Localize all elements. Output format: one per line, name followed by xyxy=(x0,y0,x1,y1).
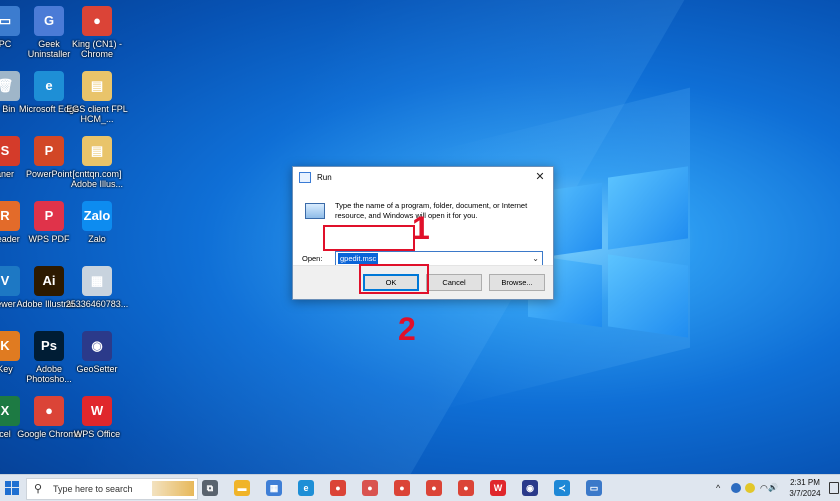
volume-icon[interactable]: 🔊 xyxy=(768,483,778,492)
search-icon: ⚲ xyxy=(34,483,43,495)
highlight-ok-button xyxy=(359,264,429,294)
step-2-label: 2 xyxy=(398,311,416,347)
desktop-icon-label: Zalo xyxy=(88,234,106,244)
desktop-icon[interactable]: ▦ 25336460783... xyxy=(64,266,130,309)
chrome-2-icon[interactable]: ● xyxy=(394,480,410,496)
desktop-icon-label: EGS client FPL HCM_... xyxy=(66,104,128,124)
desktop-icon[interactable]: ● King (CN1) - Chrome xyxy=(64,6,130,59)
desktop-icon-label: 25336460783... xyxy=(65,299,129,309)
taskbar-search[interactable]: ⚲ Type here to search xyxy=(26,478,198,500)
desktop-icon-label: WPS Office xyxy=(73,429,121,439)
desktop-icon[interactable]: ▤ [cnttqn.com] Adobe Illus... xyxy=(64,136,130,189)
run-title: Run xyxy=(317,172,332,182)
taskbar: ⚲ Type here to search ⧉ ▬ ▦ e ● ● ● ● ● W ◉ ≺ ▭ ^ ◠ … xyxy=(0,474,840,501)
close-icon[interactable]: ✕ xyxy=(533,170,547,184)
app-geosetter-icon[interactable]: ◉ xyxy=(522,480,538,496)
highlight-open-input xyxy=(323,225,415,251)
desktop-icon[interactable]: W WPS Office xyxy=(64,396,130,439)
desktop-icon[interactable]: ◉ GeoSetter xyxy=(64,331,130,374)
taskbar-clock[interactable]: 2:31 PM 3/7/2024 xyxy=(780,477,830,499)
notification-icon[interactable] xyxy=(829,482,839,494)
open-label: Open: xyxy=(302,254,323,263)
clock-date: 3/7/2024 xyxy=(789,489,821,498)
desktop-app-icon: Ps xyxy=(34,331,64,361)
chrome-3-icon[interactable]: ● xyxy=(426,480,442,496)
desktop-app-icon: ● xyxy=(82,6,112,36)
chrome-4-icon[interactable]: ● xyxy=(458,480,474,496)
desktop-app-icon: e xyxy=(34,71,64,101)
store-icon[interactable]: ▦ xyxy=(266,480,282,496)
run-icon[interactable]: ▭ xyxy=(586,480,602,496)
desktop-icon-label: King (CN1) - Chrome xyxy=(71,39,122,59)
desktop-app-icon: P xyxy=(34,136,64,166)
search-placeholder[interactable]: Type here to search xyxy=(53,484,133,494)
desktop-icon[interactable]: Zalo Zalo xyxy=(64,201,130,244)
run-window-icon xyxy=(299,171,311,183)
desktop-app-icon: Zalo xyxy=(82,201,112,231)
step-1-label: 1 xyxy=(412,210,430,246)
cancel-button[interactable]: Cancel xyxy=(426,274,482,291)
wifi-icon[interactable]: ◠ xyxy=(760,483,768,494)
windows-start-icon[interactable] xyxy=(5,481,19,495)
clock-time: 2:31 PM xyxy=(790,478,820,487)
tray-app-icon[interactable] xyxy=(731,483,741,493)
desktop-app-icon: ▦ xyxy=(82,266,112,296)
run-titlebar[interactable]: Run ✕ xyxy=(293,167,553,187)
file-explorer-icon[interactable]: ▬ xyxy=(234,480,250,496)
desktop-app-icon: Ai xyxy=(34,266,64,296)
desktop-app-icon: W xyxy=(82,396,112,426)
run-program-icon xyxy=(305,203,325,219)
desktop-app-icon: ▤ xyxy=(82,71,112,101)
browse-button[interactable]: Browse... xyxy=(489,274,545,291)
tray-chevron-icon[interactable]: ^ xyxy=(716,483,720,493)
tray-app-2-icon[interactable] xyxy=(745,483,755,493)
chrome-profile-icon[interactable]: ● xyxy=(362,480,378,496)
desktop-app-icon: P xyxy=(34,201,64,231)
chevron-down-icon[interactable]: ⌄ xyxy=(532,252,539,265)
chrome-icon[interactable]: ● xyxy=(330,480,346,496)
desktop-app-icon: ● xyxy=(34,396,64,426)
wps-icon[interactable]: W xyxy=(490,480,506,496)
open-input-value[interactable]: gpedit.msc xyxy=(338,253,379,264)
desktop-app-icon: ◉ xyxy=(82,331,112,361)
search-banner-image xyxy=(152,481,194,496)
desktop-app-icon: ▤ xyxy=(82,136,112,166)
edge-icon[interactable]: e xyxy=(298,480,314,496)
task-view-icon[interactable]: ⧉ xyxy=(202,480,218,496)
desktop-icon-label: GeoSetter xyxy=(76,364,118,374)
desktop-app-icon: G xyxy=(34,6,64,36)
vscode-icon[interactable]: ≺ xyxy=(554,480,570,496)
run-description: Type the name of a program, folder, docu… xyxy=(335,201,528,220)
desktop-icon[interactable]: ▤ EGS client FPL HCM_... xyxy=(64,71,130,124)
desktop-icon-label: [cnttqn.com] Adobe Illus... xyxy=(70,169,124,189)
